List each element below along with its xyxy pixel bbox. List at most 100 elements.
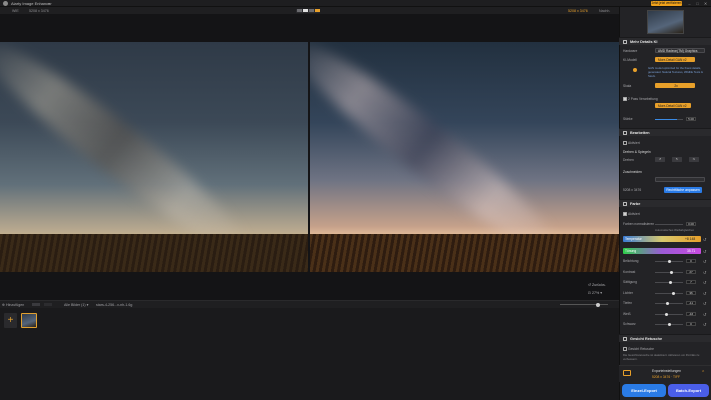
section-header-model[interactable]: Mehr Details KI (619, 37, 711, 45)
add-images-button[interactable]: ⊕ Hinzufügen (2, 303, 24, 307)
tint-label: Tönung (625, 249, 637, 253)
color-slider[interactable] (655, 270, 683, 274)
thumbnail-size-knob[interactable] (596, 302, 600, 307)
minimize-icon[interactable]: – (686, 1, 693, 6)
grid-view-icon[interactable] (32, 303, 40, 306)
export-settings[interactable]: Exporteinstellungen 5208 x 3476 · TIFF ⌃ (619, 365, 711, 382)
two-pass-model-select[interactable]: More-Detail GAN v2 (655, 103, 691, 108)
rotate-left-button[interactable]: ↺ (655, 157, 665, 162)
temperature-reset-icon[interactable]: ↺ (703, 237, 706, 242)
app-menu-chevron-icon[interactable]: v (48, 1, 50, 6)
list-view-icon[interactable] (44, 303, 52, 306)
color-slider-knob[interactable] (667, 323, 671, 326)
section-header-color[interactable]: Farbe (619, 199, 711, 207)
color-slider-value[interactable]: 36 (686, 290, 696, 295)
temperature-value: +8 148 (685, 237, 696, 241)
filmstrip-toolbar: ⊕ Hinzufügen Alle Bilder (1) ▾ stars-4-2… (0, 300, 619, 308)
color-slider-knob[interactable] (667, 260, 671, 263)
reset-icon[interactable]: ↺ (703, 280, 706, 285)
compare-view-toggle[interactable] (296, 8, 320, 13)
zoom-control[interactable]: ⊡ 27% ▾ (588, 291, 602, 295)
image-filter-dropdown[interactable]: Alle Bilder (1) ▾ (64, 303, 88, 307)
section-header-face[interactable]: Gesicht Retusche (619, 334, 711, 342)
color-slider-value[interactable]: -11 (686, 301, 696, 305)
color-slider-label: Belichtung (623, 259, 639, 263)
color-slider-value[interactable]: 0 (686, 259, 696, 263)
crop-dims: 5208 x 3476 (623, 188, 642, 192)
ai-model-select[interactable]: More-Detail GAN v2 (655, 57, 695, 62)
color-slider[interactable] (655, 260, 683, 263)
strength-slider[interactable] (655, 119, 683, 120)
color-slider[interactable] (655, 302, 683, 305)
color-slider-value[interactable]: 7 (686, 280, 696, 284)
two-pass-checkbox[interactable] (623, 97, 627, 101)
reset-icon[interactable]: ↺ (703, 291, 706, 296)
single-export-button[interactable]: Einzel-Export (622, 384, 666, 397)
section-header-edit[interactable]: Bearbeiten (619, 128, 711, 136)
color-slider-value[interactable]: 0 (686, 322, 696, 326)
color-slider[interactable] (655, 291, 683, 295)
edit-enabled-checkbox[interactable] (623, 141, 627, 145)
color-slider-knob[interactable] (671, 291, 675, 295)
color-slider[interactable] (655, 281, 683, 284)
color-enabled-checkbox[interactable] (623, 212, 627, 216)
reset-icon[interactable]: ↺ (703, 259, 706, 264)
color-slider-label: Lichter (623, 290, 633, 295)
app-title: Aiarty Image Enhancer (11, 1, 52, 6)
auto-color-value[interactable]: 0.00 (686, 222, 696, 226)
before-image[interactable] (0, 42, 308, 272)
auto-wb-hint: Automatisches Weißabgleichen (655, 228, 695, 232)
reset-icon[interactable]: ↺ (703, 312, 706, 317)
batch-export-button[interactable]: Batch-Export (668, 384, 709, 397)
reset-icon[interactable]: ↺ (703, 322, 706, 327)
reset-zoom-button[interactable]: ↺ Zurücks. (588, 283, 606, 287)
view-side-icon[interactable] (303, 9, 308, 12)
reset-icon[interactable]: ↺ (703, 270, 706, 275)
color-enabled-label: Aktiviert (628, 212, 640, 216)
maximize-icon[interactable]: □ (694, 1, 701, 6)
color-slider-value[interactable]: -16 (686, 311, 696, 316)
face-enabled-label: Gesicht Retusche (628, 347, 655, 351)
upgrade-button[interactable]: Jetzt jetzt verifizieren (651, 1, 682, 6)
two-pass-label: 2 Pass Verarbeitung (628, 97, 658, 101)
auto-color-slider[interactable] (655, 224, 683, 225)
reset-icon[interactable]: ↺ (703, 301, 706, 306)
ai-model-label: KI-Modell (623, 58, 637, 62)
preview-thumbnail (647, 10, 684, 34)
color-slider[interactable] (655, 323, 683, 326)
export-settings-expand-icon[interactable]: ⌃ (701, 370, 705, 376)
color-slider-knob[interactable] (670, 270, 674, 274)
after-image[interactable] (310, 42, 619, 272)
view-split-icon[interactable] (297, 9, 302, 12)
thumbnail-size-slider[interactable] (560, 304, 608, 305)
image-thumbnail[interactable] (21, 313, 37, 328)
face-enabled-checkbox[interactable] (623, 347, 627, 351)
tint-slider[interactable]: Tönung 35.71 (623, 248, 701, 254)
hardware-label: Hardware (623, 49, 638, 53)
tint-reset-icon[interactable]: ↺ (703, 249, 706, 254)
color-slider-knob[interactable] (668, 281, 672, 284)
temperature-slider[interactable]: Temperatur +8 148 (623, 236, 701, 242)
tint-value: 35.71 (687, 249, 696, 253)
scale-select[interactable]: 2x (655, 83, 695, 88)
flip-button[interactable]: ⇋ (689, 157, 699, 162)
view-after-icon[interactable] (315, 9, 320, 12)
color-slider-value[interactable]: 27 (686, 269, 696, 274)
crop-ratio-select[interactable] (655, 177, 705, 182)
color-slider-knob[interactable] (665, 312, 669, 316)
color-section-title: Farbe (630, 202, 641, 206)
color-icon (623, 202, 627, 206)
strength-label: Stärke (623, 117, 633, 121)
rotate-right-button[interactable]: ↻ (672, 157, 682, 162)
strength-value[interactable]: 5.00 (686, 117, 696, 121)
model-note: GAN model optimized for the finest detai… (648, 66, 703, 78)
current-file-name: stars-4-256...x-nh-1.6g (96, 303, 133, 307)
hardware-select[interactable]: AMD Radeon(TM) Graphics (655, 48, 705, 53)
crop-fit-button[interactable]: Rechtfläche anpassen (664, 187, 702, 193)
view-single-icon[interactable] (309, 9, 314, 12)
edit-section-title: Bearbeiten (630, 131, 650, 135)
close-icon[interactable]: ✕ (702, 1, 709, 6)
add-label: Hinzufügen (6, 303, 25, 307)
add-image-button[interactable]: + (4, 313, 17, 328)
color-slider[interactable] (655, 312, 683, 316)
